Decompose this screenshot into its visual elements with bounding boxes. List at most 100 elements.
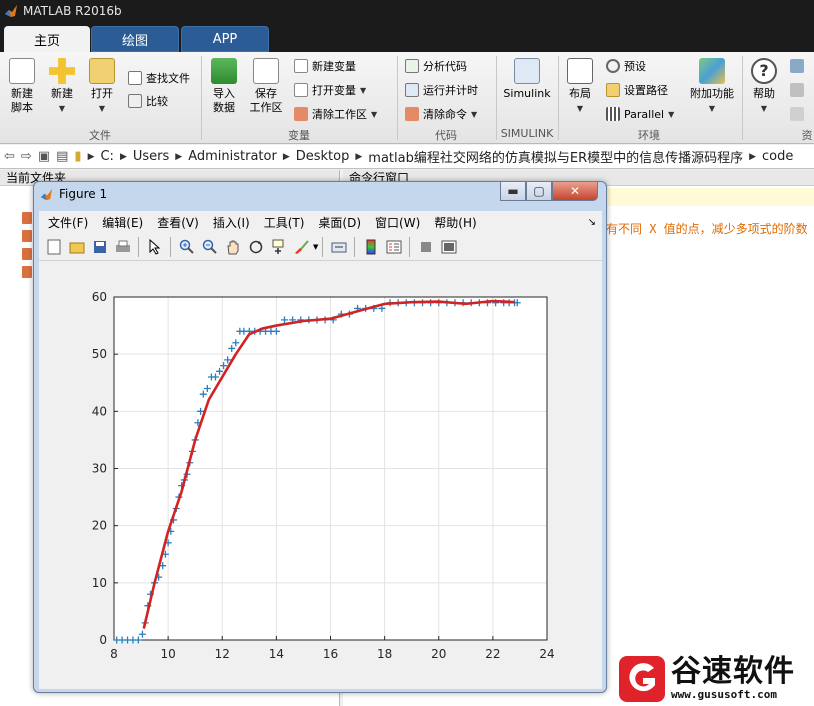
legend-icon[interactable] bbox=[385, 238, 403, 256]
menu-desktop[interactable]: 桌面(D) bbox=[318, 214, 361, 231]
menu-tools[interactable]: 工具(T) bbox=[264, 214, 305, 231]
support-button[interactable] bbox=[790, 80, 808, 100]
back-arrow-icon[interactable]: ⇦ bbox=[4, 149, 15, 164]
hide-plot-tools-icon[interactable] bbox=[417, 238, 435, 256]
preferences-button[interactable]: 预设 bbox=[606, 56, 646, 76]
addons-button[interactable]: 附加功能 ▼ bbox=[686, 58, 738, 116]
toolbar-divider bbox=[322, 236, 324, 257]
new-script-button[interactable]: 新建 脚本 bbox=[8, 58, 36, 115]
app-title: MATLAB R2016b bbox=[23, 4, 122, 18]
figure-window[interactable]: Figure 1 ▬ ▢ ✕ 文件(F) 编辑(E) 查看(V) 插入(I) 工… bbox=[33, 181, 607, 693]
x-tick-label: 8 bbox=[110, 647, 118, 661]
learn-button[interactable] bbox=[790, 104, 808, 124]
save-icon[interactable] bbox=[91, 238, 109, 256]
gusu-logo-icon bbox=[619, 655, 665, 702]
edit-pointer-icon[interactable] bbox=[146, 238, 164, 256]
m-file-icon[interactable] bbox=[22, 266, 32, 278]
import-icon bbox=[211, 58, 237, 84]
save-workspace-icon bbox=[253, 58, 279, 84]
new-button[interactable]: 新建 ▼ bbox=[48, 58, 76, 116]
x-tick-label: 18 bbox=[377, 647, 392, 661]
forward-arrow-icon[interactable]: ⇨ bbox=[21, 149, 32, 164]
ribbon: 新建 脚本 新建 ▼ 打开 ▼ 查找文件 比较 文件 导入 数据 保存 工作区 新建… bbox=[0, 52, 814, 144]
section-variable: 变量 bbox=[288, 129, 310, 142]
save-workspace-button[interactable]: 保存 工作区 bbox=[248, 58, 284, 115]
menu-insert[interactable]: 插入(I) bbox=[213, 214, 250, 231]
analyze-code-button[interactable]: 分析代码 bbox=[405, 56, 467, 76]
help-button[interactable]: ? 帮助 ▼ bbox=[750, 58, 778, 116]
m-file-icon[interactable] bbox=[22, 212, 32, 224]
folder-icon: ▮ bbox=[74, 149, 82, 164]
pan-hand-icon[interactable] bbox=[224, 238, 242, 256]
chevron-down-icon: ▼ bbox=[668, 110, 675, 119]
figure-canvas[interactable]: 8 10 12 14 16 18 20 22 24 0 10 20 30 40 50 60 bbox=[39, 261, 602, 689]
data-cursor-icon[interactable] bbox=[270, 238, 288, 256]
find-files-button[interactable]: 查找文件 bbox=[128, 68, 190, 88]
toolbar-divider bbox=[170, 236, 171, 257]
address-segment[interactable]: Administrator bbox=[188, 149, 277, 164]
address-segment[interactable]: C: bbox=[100, 149, 113, 164]
menu-view[interactable]: 查看(V) bbox=[157, 214, 199, 231]
colorbar-icon[interactable] bbox=[362, 238, 380, 256]
chevron-right-icon: ▶ bbox=[749, 151, 757, 162]
community-button[interactable] bbox=[790, 56, 808, 76]
clear-commands-button[interactable]: 清除命令 ▼ bbox=[405, 104, 477, 124]
menu-window[interactable]: 窗口(W) bbox=[375, 214, 420, 231]
browse-folder-icon[interactable]: ▤ bbox=[56, 149, 68, 164]
layout-icon bbox=[567, 58, 593, 84]
maximize-button[interactable]: ▢ bbox=[526, 182, 552, 201]
menu-file[interactable]: 文件(F) bbox=[48, 214, 88, 231]
chevron-down-icon: ▼ bbox=[708, 104, 716, 113]
chevron-down-icon[interactable]: ▼ bbox=[313, 243, 318, 251]
parallel-button[interactable]: Parallel ▼ bbox=[606, 104, 674, 124]
chevron-right-icon: ▶ bbox=[282, 151, 290, 162]
simulink-button[interactable]: Simulink bbox=[503, 58, 551, 101]
plot-svg[interactable]: 8 10 12 14 16 18 20 22 24 0 10 20 30 40 50 60 bbox=[39, 261, 602, 689]
layout-button[interactable]: 布局 ▼ bbox=[566, 58, 594, 116]
menu-help[interactable]: 帮助(H) bbox=[434, 214, 476, 231]
tab-apps[interactable]: APP bbox=[181, 26, 269, 52]
print-icon[interactable] bbox=[114, 238, 132, 256]
menu-edit[interactable]: 编辑(E) bbox=[102, 214, 143, 231]
link-plot-icon[interactable] bbox=[330, 238, 348, 256]
dock-arrow-icon[interactable]: ↘ bbox=[588, 217, 596, 228]
rotate-3d-icon[interactable] bbox=[247, 238, 265, 256]
gear-icon bbox=[606, 59, 620, 73]
clear-workspace-button[interactable]: 清除工作区 ▼ bbox=[294, 104, 377, 124]
watermark-title: 谷速软件 bbox=[671, 654, 795, 689]
address-segment[interactable]: Users bbox=[133, 149, 169, 164]
tab-home[interactable]: 主页 bbox=[4, 26, 90, 52]
tab-plots[interactable]: 绘图 bbox=[91, 26, 179, 52]
address-segment[interactable]: Desktop bbox=[296, 149, 350, 164]
m-file-icon[interactable] bbox=[22, 248, 32, 260]
open-button[interactable]: 打开 ▼ bbox=[88, 58, 116, 116]
x-tick-label: 24 bbox=[539, 647, 554, 661]
import-data-button[interactable]: 导入 数据 bbox=[210, 58, 238, 115]
toolbar-divider bbox=[409, 236, 411, 257]
up-folder-icon[interactable]: ▣ bbox=[38, 149, 50, 164]
zoom-in-icon[interactable] bbox=[178, 238, 196, 256]
toolbar-divider bbox=[138, 236, 139, 257]
compare-button[interactable]: 比较 bbox=[128, 91, 168, 111]
address-segment[interactable]: code bbox=[762, 149, 793, 164]
show-plot-tools-icon[interactable] bbox=[440, 238, 458, 256]
x-tick-label: 20 bbox=[431, 647, 446, 661]
open-variable-button[interactable]: 打开变量 ▼ bbox=[294, 80, 366, 100]
brush-icon[interactable] bbox=[293, 238, 311, 256]
find-files-icon bbox=[128, 71, 142, 85]
close-button[interactable]: ✕ bbox=[552, 182, 598, 201]
new-variable-button[interactable]: 新建变量 bbox=[294, 56, 356, 76]
clear-commands-icon bbox=[405, 107, 419, 121]
figure-toolbar: ▼ bbox=[39, 233, 602, 261]
m-file-icon[interactable] bbox=[22, 230, 32, 242]
minimize-button[interactable]: ▬ bbox=[500, 182, 526, 201]
y-tick-label: 10 bbox=[92, 576, 107, 590]
section-file: 文件 bbox=[89, 129, 111, 142]
open-file-icon[interactable] bbox=[68, 238, 86, 256]
zoom-out-icon[interactable] bbox=[201, 238, 219, 256]
address-segment[interactable]: matlab编程社交网络的仿真模拟与ER模型中的信息传播源码程序 bbox=[368, 147, 743, 166]
set-path-button[interactable]: 设置路径 bbox=[606, 80, 668, 100]
address-bar[interactable]: ⇦ ⇨ ▣ ▤ ▮ ▶ C: ▶ Users ▶ Administrator ▶ Des… bbox=[0, 145, 814, 169]
new-figure-icon[interactable] bbox=[45, 238, 63, 256]
run-and-time-button[interactable]: 运行并计时 bbox=[405, 80, 478, 100]
